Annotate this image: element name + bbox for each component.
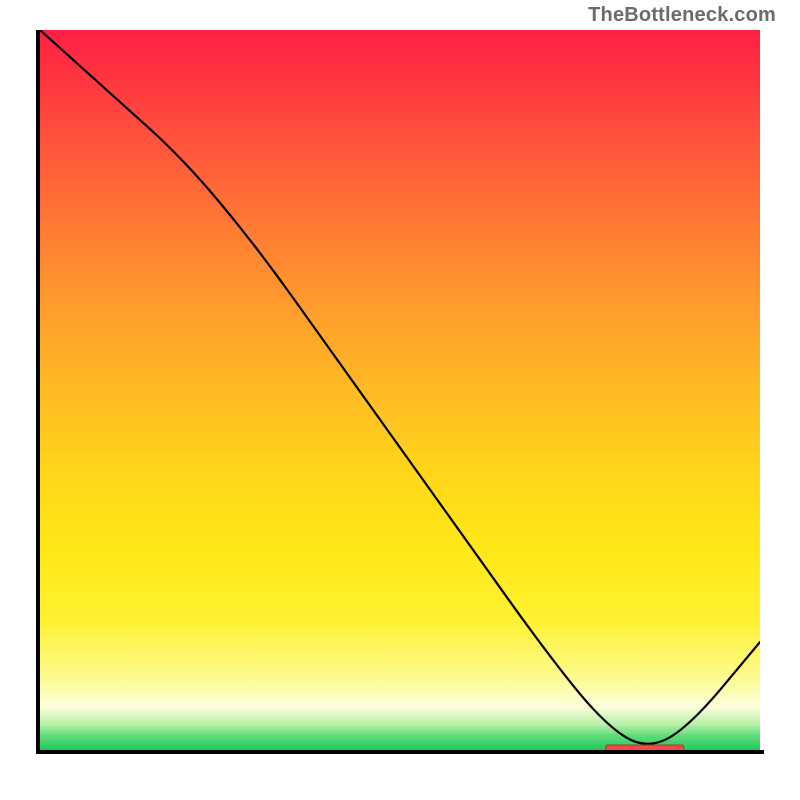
x-axis <box>36 750 764 754</box>
attribution-label: TheBottleneck.com <box>588 4 776 27</box>
chart-container: TheBottleneck.com <box>0 0 800 800</box>
chart-plot-area <box>40 30 760 750</box>
y-axis <box>36 30 40 754</box>
